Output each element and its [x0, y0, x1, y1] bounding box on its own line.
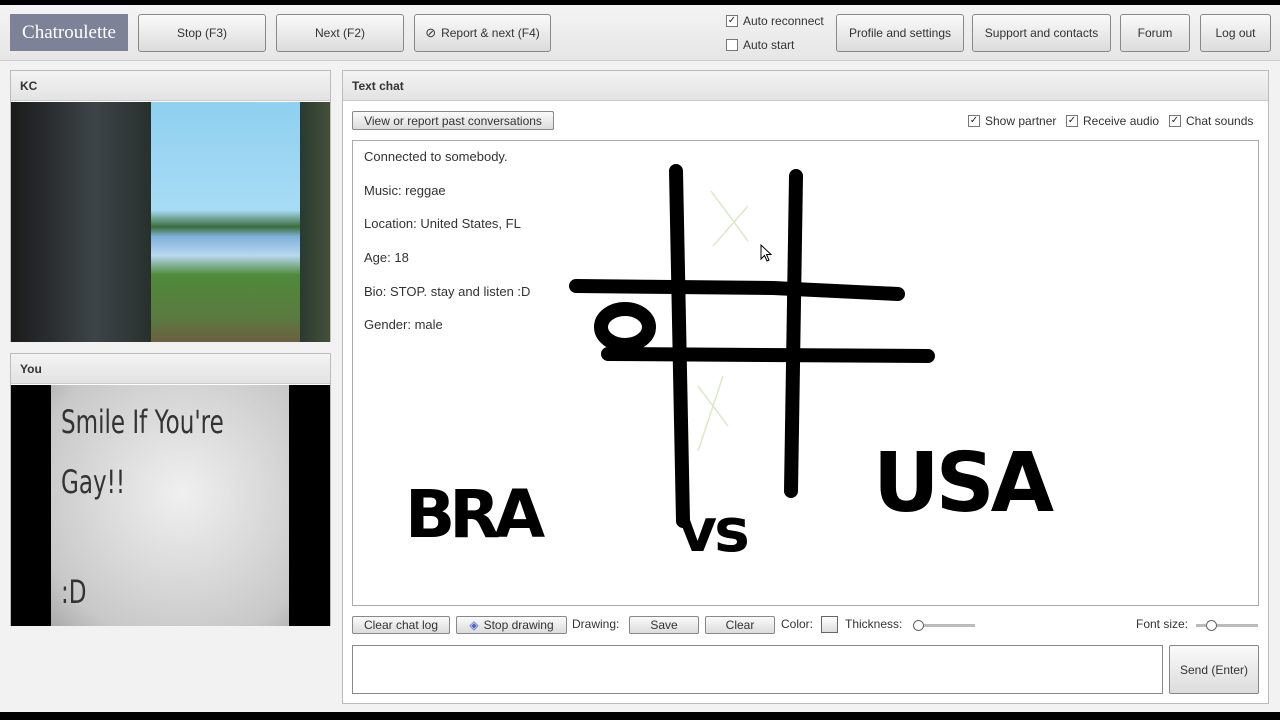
show-partner-label: Show partner	[985, 114, 1057, 128]
sign-line: Smile If You're	[61, 403, 224, 441]
auto-reconnect-checkbox[interactable]: ✓ Auto reconnect	[726, 14, 824, 28]
stop-drawing-label: Stop drawing	[483, 618, 554, 632]
show-partner-checkbox[interactable]: ✓ Show partner	[968, 114, 1056, 128]
partner-video-panel: KC	[10, 70, 331, 342]
grid-stroke	[569, 279, 905, 301]
logo[interactable]: Chatroulette	[10, 14, 128, 51]
clear-chat-log-button[interactable]: Clear chat log	[352, 616, 450, 634]
page: Chatroulette Stop (F3) Next (F2) ⊘ Report…	[0, 5, 1280, 712]
top-toolbar: Chatroulette Stop (F3) Next (F2) ⊘ Report…	[0, 5, 1280, 61]
forum-button[interactable]: Forum	[1120, 14, 1190, 52]
stop-drawing-button[interactable]: ◈ Stop drawing	[456, 616, 567, 634]
checkbox-checked-icon: ✓	[968, 115, 980, 127]
clear-log-label: Clear chat log	[363, 618, 439, 632]
font-size-label: Font size:	[1136, 617, 1189, 631]
text-chat-title: Text chat	[343, 71, 1268, 101]
message-input[interactable]	[352, 645, 1163, 694]
send-label: Send (Enter)	[1179, 662, 1249, 677]
self-title: You	[11, 354, 330, 384]
auto-reconnect-label: Auto reconnect	[743, 14, 824, 28]
clear-label: Clear	[725, 618, 755, 632]
logout-label: Log out	[1215, 26, 1256, 40]
next-label: Next (F2)	[314, 26, 365, 40]
slider-knob[interactable]	[913, 620, 924, 631]
forbidden-icon: ⊘	[425, 25, 437, 40]
self-video-panel: You Smile If You're Gay!! :D	[10, 353, 331, 626]
support-contacts-button[interactable]: Support and contacts	[972, 14, 1111, 52]
report-label: Report & next (F4)	[441, 26, 540, 40]
logout-button[interactable]: Log out	[1200, 14, 1271, 52]
x-mark	[697, 190, 749, 452]
auto-start-label: Auto start	[743, 38, 795, 52]
chat-log[interactable]: Connected to somebody. Music: reggae Loc…	[352, 140, 1259, 606]
sign-line: Gay!!	[61, 463, 126, 501]
view-past-conversations-button[interactable]: View or report past conversations	[352, 111, 554, 130]
send-button[interactable]: Send (Enter)	[1169, 645, 1259, 694]
thickness-label: Thickness:	[845, 617, 903, 631]
profile-label: Profile and settings	[848, 26, 952, 40]
checkbox-checked-icon: ✓	[726, 15, 738, 27]
next-button[interactable]: Next (F2)	[276, 14, 404, 52]
clear-drawing-button[interactable]: Clear	[705, 616, 775, 634]
receive-audio-checkbox[interactable]: ✓ Receive audio	[1066, 114, 1159, 128]
support-label: Support and contacts	[984, 26, 1099, 40]
checkbox-checked-icon: ✓	[1066, 115, 1078, 127]
save-drawing-button[interactable]: Save	[629, 616, 699, 634]
chat-sounds-checkbox[interactable]: ✓ Chat sounds	[1169, 114, 1253, 128]
grid-stroke	[601, 347, 935, 363]
save-label: Save	[650, 618, 678, 632]
partner-video	[11, 102, 330, 342]
drawn-text: USA	[873, 436, 1054, 531]
partner-name: KC	[11, 71, 330, 101]
stop-button[interactable]: Stop (F3)	[138, 14, 266, 52]
font-size-slider[interactable]	[1196, 620, 1258, 631]
chat-sounds-label: Chat sounds	[1186, 114, 1254, 128]
mouse-cursor-icon	[760, 244, 773, 262]
forum-label: Forum	[1137, 26, 1173, 40]
drawing-label: Drawing:	[572, 617, 620, 631]
self-video: Smile If You're Gay!! :D	[11, 385, 330, 626]
door-frame	[11, 102, 151, 342]
grid-stroke	[784, 169, 803, 498]
checkbox-checked-icon: ✓	[1169, 115, 1181, 127]
report-next-button[interactable]: ⊘ Report & next (F4)	[414, 14, 551, 52]
auto-start-checkbox[interactable]: Auto start	[726, 38, 794, 52]
webcam-sign: Smile If You're Gay!! :D	[51, 385, 289, 626]
checkbox-unchecked-icon	[726, 39, 738, 51]
grid-stroke	[669, 164, 690, 528]
sign-line: :D	[61, 573, 87, 611]
color-picker-icon[interactable]	[821, 616, 838, 633]
o-mark	[594, 302, 656, 352]
profile-settings-button[interactable]: Profile and settings	[836, 14, 964, 52]
receive-audio-label: Receive audio	[1083, 114, 1160, 128]
thickness-slider[interactable]	[913, 620, 975, 631]
pencil-icon: ◈	[469, 618, 479, 632]
drawn-text: vs	[678, 496, 750, 566]
view-past-label: View or report past conversations	[364, 113, 542, 128]
drawn-text: BRA	[405, 476, 545, 553]
tree	[300, 102, 330, 342]
stop-label: Stop (F3)	[176, 26, 227, 40]
color-label: Color:	[781, 617, 814, 631]
